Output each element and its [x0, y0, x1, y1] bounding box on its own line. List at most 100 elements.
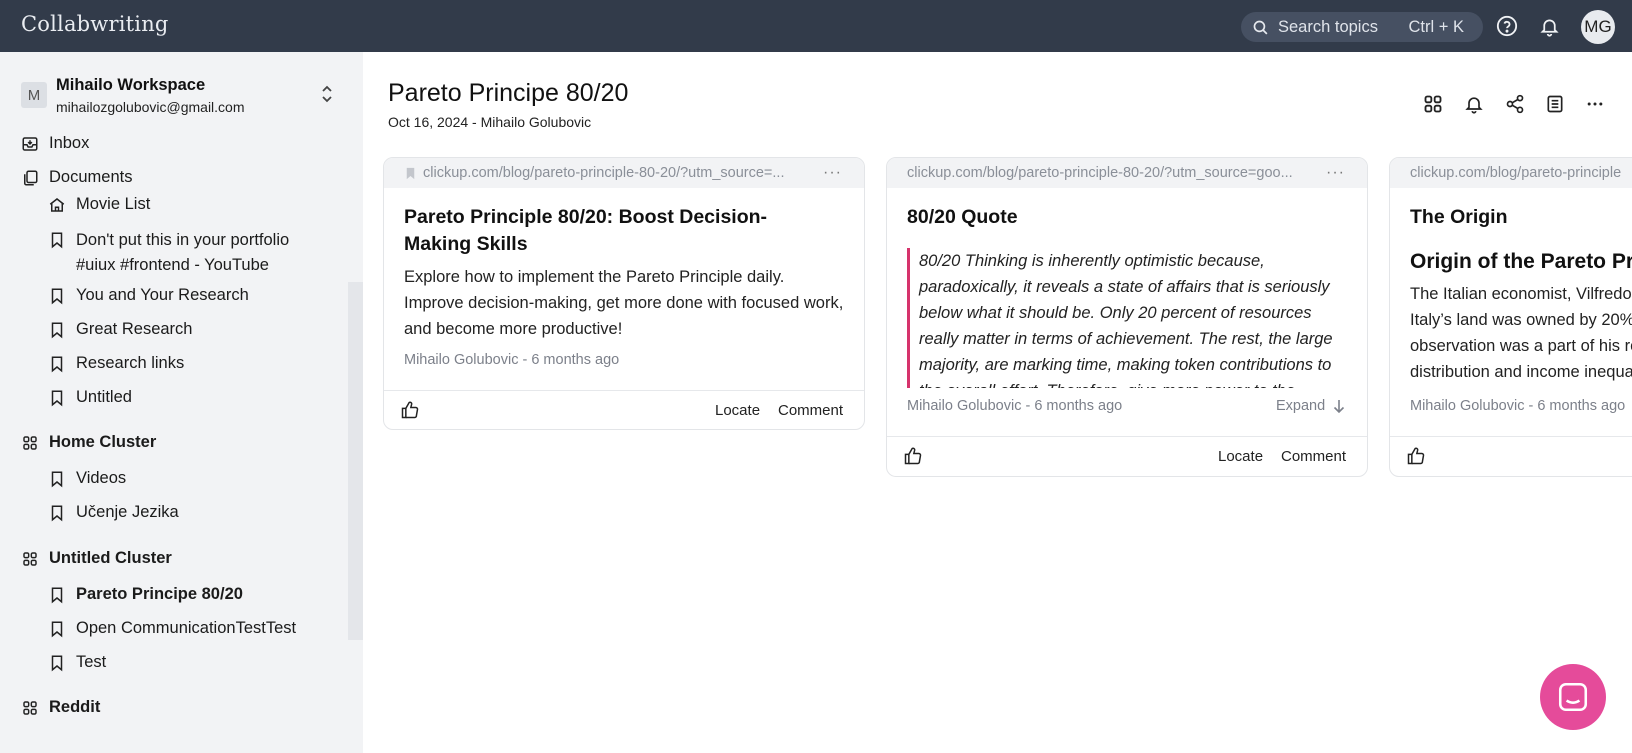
arrow-down-icon — [1334, 400, 1345, 413]
card-url-text: clickup.com/blog/pareto-principle — [1410, 165, 1622, 181]
sidebar-item-ucenje-jezika[interactable]: Učenje Jezika — [48, 503, 179, 522]
highlight-card[interactable]: clickup.com/blog/pareto-principle The Or… — [1389, 157, 1632, 477]
card-title: 80/20 Quote — [907, 206, 1018, 228]
document-meta: Oct 16, 2024 - Mihailo Golubovic — [388, 114, 592, 130]
sidebar-item-label: Great Research — [76, 320, 193, 338]
workspace-avatar: M — [21, 82, 47, 108]
card-source-url[interactable]: clickup.com/blog/pareto-principle-80-20/… — [887, 158, 1367, 188]
bookmark-icon — [48, 231, 66, 249]
workspace-email: mihailozgolubovic@gmail.com — [56, 99, 245, 115]
card-author: Mihailo Golubovic - 6 months ago — [907, 398, 1123, 414]
sidebar-item-you-and-your-research[interactable]: You and Your Research — [48, 286, 249, 305]
sidebar-item-label: Test — [76, 653, 107, 671]
sidebar-item-open-communication[interactable]: Open CommunicationTestTest — [48, 619, 296, 638]
sidebar-item-label: Videos — [76, 469, 127, 487]
card-subheading: Origin of the Pareto Principle — [1410, 250, 1632, 273]
search-icon — [1253, 20, 1268, 34]
sidebar-item-portfolio-video[interactable]: Don't put this in your portfolio #uiux #… — [48, 228, 308, 278]
sidebar-item-label: Učenje Jezika — [76, 503, 179, 521]
card-body: The Italian economist, Vilfredo Pareto, … — [1410, 285, 1632, 381]
highlight-card[interactable]: clickup.com/blog/pareto-principle-80-20/… — [886, 157, 1368, 477]
sidebar-item-label: Reddit — [49, 698, 101, 716]
bookmark-icon — [48, 355, 66, 373]
sidebar-cluster-reddit[interactable]: Reddit — [21, 698, 100, 717]
locate-button[interactable]: Locate — [1218, 448, 1263, 465]
sidebar-item-label: Untitled — [76, 388, 132, 406]
sidebar-item-pareto-principe-active[interactable]: Pareto Principe 80/20 — [48, 585, 243, 604]
sidebar-item-test[interactable]: Test — [48, 653, 106, 672]
grid-view-icon[interactable] — [1421, 92, 1445, 116]
thumbs-up-icon[interactable] — [400, 400, 420, 425]
sidebar-item-inbox[interactable]: Inbox — [21, 134, 89, 153]
sidebar-item-label: Home Cluster — [49, 433, 157, 451]
thumbs-up-icon[interactable] — [903, 446, 923, 471]
inbox-icon — [21, 135, 39, 153]
card-footer: Locate Comment — [887, 436, 1367, 476]
document-list-icon[interactable] — [1543, 92, 1567, 116]
search-placeholder: Search topics — [1278, 17, 1378, 36]
app-brand[interactable]: Collabwriting — [21, 12, 169, 36]
share-icon[interactable] — [1503, 92, 1527, 116]
documents-icon — [21, 169, 39, 187]
card-more-icon[interactable]: ··· — [1326, 164, 1345, 182]
sidebar-item-label: Inbox — [49, 134, 90, 152]
help-icon[interactable] — [1495, 14, 1519, 38]
sidebar-item-label: Don't put this in your portfolio #uiux #… — [76, 231, 290, 274]
sidebar-scrollbar[interactable] — [348, 282, 363, 640]
sidebar-item-label: Pareto Principe 80/20 — [76, 585, 243, 603]
bookmark-icon — [48, 586, 66, 604]
sidebar-item-great-research[interactable]: Great Research — [48, 320, 192, 339]
more-options-icon[interactable] — [1583, 92, 1607, 116]
locate-button[interactable]: Locate — [715, 402, 760, 419]
card-url-text: clickup.com/blog/pareto-principle-80-20/… — [907, 165, 1293, 181]
card-more-icon[interactable]: ··· — [823, 164, 842, 182]
sidebar-item-label: Open CommunicationTestTest — [76, 619, 297, 637]
sidebar-cluster-home[interactable]: Home Cluster — [21, 433, 156, 452]
chevron-up-down-icon[interactable] — [320, 84, 334, 109]
bookmark-icon — [48, 389, 66, 407]
comment-button[interactable]: Comment — [1281, 448, 1346, 465]
sidebar-item-movie-list[interactable]: Movie List — [48, 195, 150, 214]
bookmark-icon — [48, 654, 66, 672]
bookmark-icon — [48, 470, 66, 488]
card-source-url[interactable]: clickup.com/blog/pareto-principle — [1390, 158, 1632, 188]
sidebar-item-research-links[interactable]: Research links — [48, 354, 184, 373]
sidebar: M Mihailo Workspace mihailozgolubovic@gm… — [0, 52, 363, 753]
bookmark-icon — [404, 166, 417, 181]
sidebar-item-label: Research links — [76, 354, 185, 372]
card-source-url[interactable]: clickup.com/blog/pareto-principle-80-20/… — [384, 158, 864, 188]
document-author: Mihailo Golubovic — [480, 114, 592, 130]
user-avatar[interactable]: MG — [1581, 10, 1615, 44]
grid-icon — [21, 699, 39, 717]
card-author: Mihailo Golubovic - 6 months ago — [1410, 398, 1626, 414]
search-input[interactable]: Search topics Ctrl + K — [1241, 12, 1483, 42]
bell-icon[interactable] — [1537, 14, 1561, 38]
sidebar-item-label: You and Your Research — [76, 286, 249, 304]
document-date: Oct 16, 2024 — [388, 114, 469, 130]
thumbs-up-icon[interactable] — [1406, 446, 1426, 471]
sidebar-item-label: Untitled Cluster — [49, 549, 172, 567]
workspace-switcher[interactable]: M Mihailo Workspace mihailozgolubovic@gm… — [21, 74, 341, 118]
sidebar-item-videos[interactable]: Videos — [48, 469, 126, 488]
workspace-name: Mihailo Workspace — [56, 76, 206, 94]
page-title: Pareto Principe 80/20 — [388, 79, 629, 107]
expand-label: Expand — [1276, 398, 1326, 414]
sidebar-item-label: Movie List — [76, 195, 151, 213]
chat-button[interactable] — [1540, 664, 1606, 730]
sidebar-item-label: Documents — [49, 168, 133, 186]
bookmark-icon — [48, 504, 66, 522]
expand-button[interactable]: Expand — [1276, 398, 1345, 414]
highlight-card[interactable]: clickup.com/blog/pareto-principle-80-20/… — [383, 157, 865, 430]
search-shortcut: Ctrl + K — [1408, 17, 1464, 36]
sidebar-item-untitled[interactable]: Untitled — [48, 388, 132, 407]
card-footer: Locate Comment — [384, 390, 864, 429]
sidebar-cluster-untitled[interactable]: Untitled Cluster — [21, 549, 172, 568]
sidebar-item-documents[interactable]: Documents — [21, 168, 132, 187]
card-body: Explore how to implement the Pareto Prin… — [404, 268, 844, 338]
bookmark-icon — [48, 287, 66, 305]
home-icon — [48, 196, 66, 214]
comment-button[interactable]: Comment — [778, 402, 843, 419]
card-title: Pareto Principle 80/20: Boost Decision-M… — [404, 206, 768, 255]
grid-icon — [21, 550, 39, 568]
bell-icon[interactable] — [1462, 92, 1486, 116]
